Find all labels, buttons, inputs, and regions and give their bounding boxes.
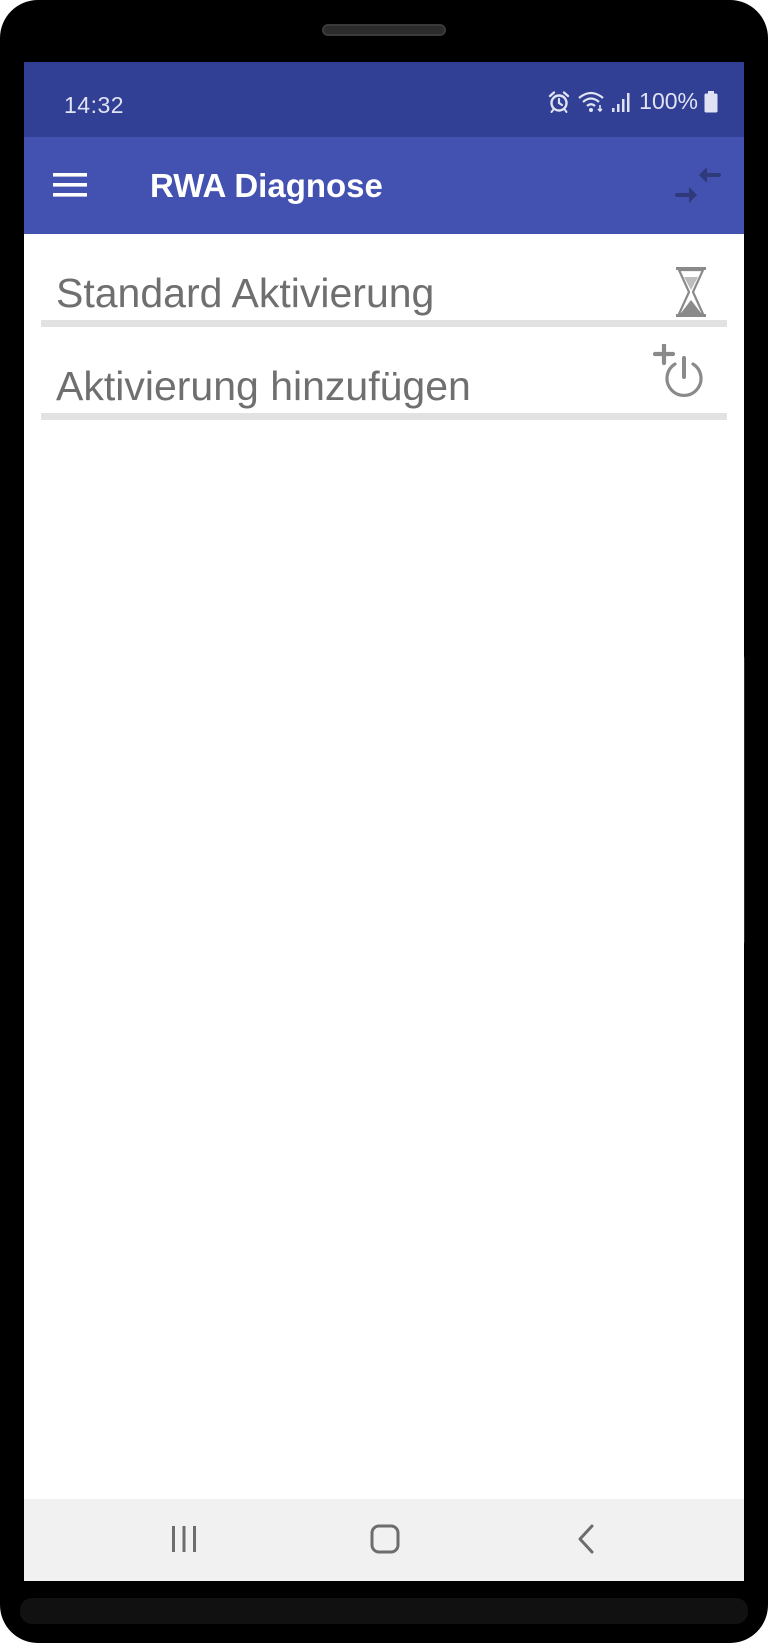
back-icon[interactable] [556,1519,616,1559]
bottom-bezel [20,1598,748,1624]
collapse-arrows-icon[interactable] [674,163,722,207]
hourglass-icon [675,267,707,317]
hamburger-menu-icon[interactable] [48,165,92,205]
activation-list: Standard Aktivierung Aktivierung hinzufü… [41,234,727,420]
home-icon[interactable] [355,1519,415,1559]
list-item-standard-activation[interactable]: Standard Aktivierung [41,234,727,327]
screen: 14:32 100% RWA Diagnose Standard Aktivie… [24,62,744,1581]
alarm-icon [547,90,571,114]
list-item-add-activation[interactable]: Aktivierung hinzufügen [41,327,727,420]
navigation-bar [24,1499,744,1581]
earpiece-speaker [322,24,446,36]
battery-icon [704,90,718,113]
status-icons: 100% [547,88,718,115]
add-power-icon [653,344,707,400]
status-time: 14:32 [64,92,125,118]
battery-percent: 100% [639,88,698,114]
signal-icon [611,91,633,113]
list-item-label: Aktivierung hinzufügen [56,363,471,409]
app-title: RWA Diagnose [150,167,383,204]
recent-apps-icon[interactable] [154,1519,214,1559]
app-bar: RWA Diagnose [24,137,744,234]
wifi-icon [577,90,605,114]
list-item-label: Standard Aktivierung [56,270,435,316]
status-bar: 14:32 100% [24,62,744,137]
phone-frame: 14:32 100% RWA Diagnose Standard Aktivie… [0,0,768,1643]
